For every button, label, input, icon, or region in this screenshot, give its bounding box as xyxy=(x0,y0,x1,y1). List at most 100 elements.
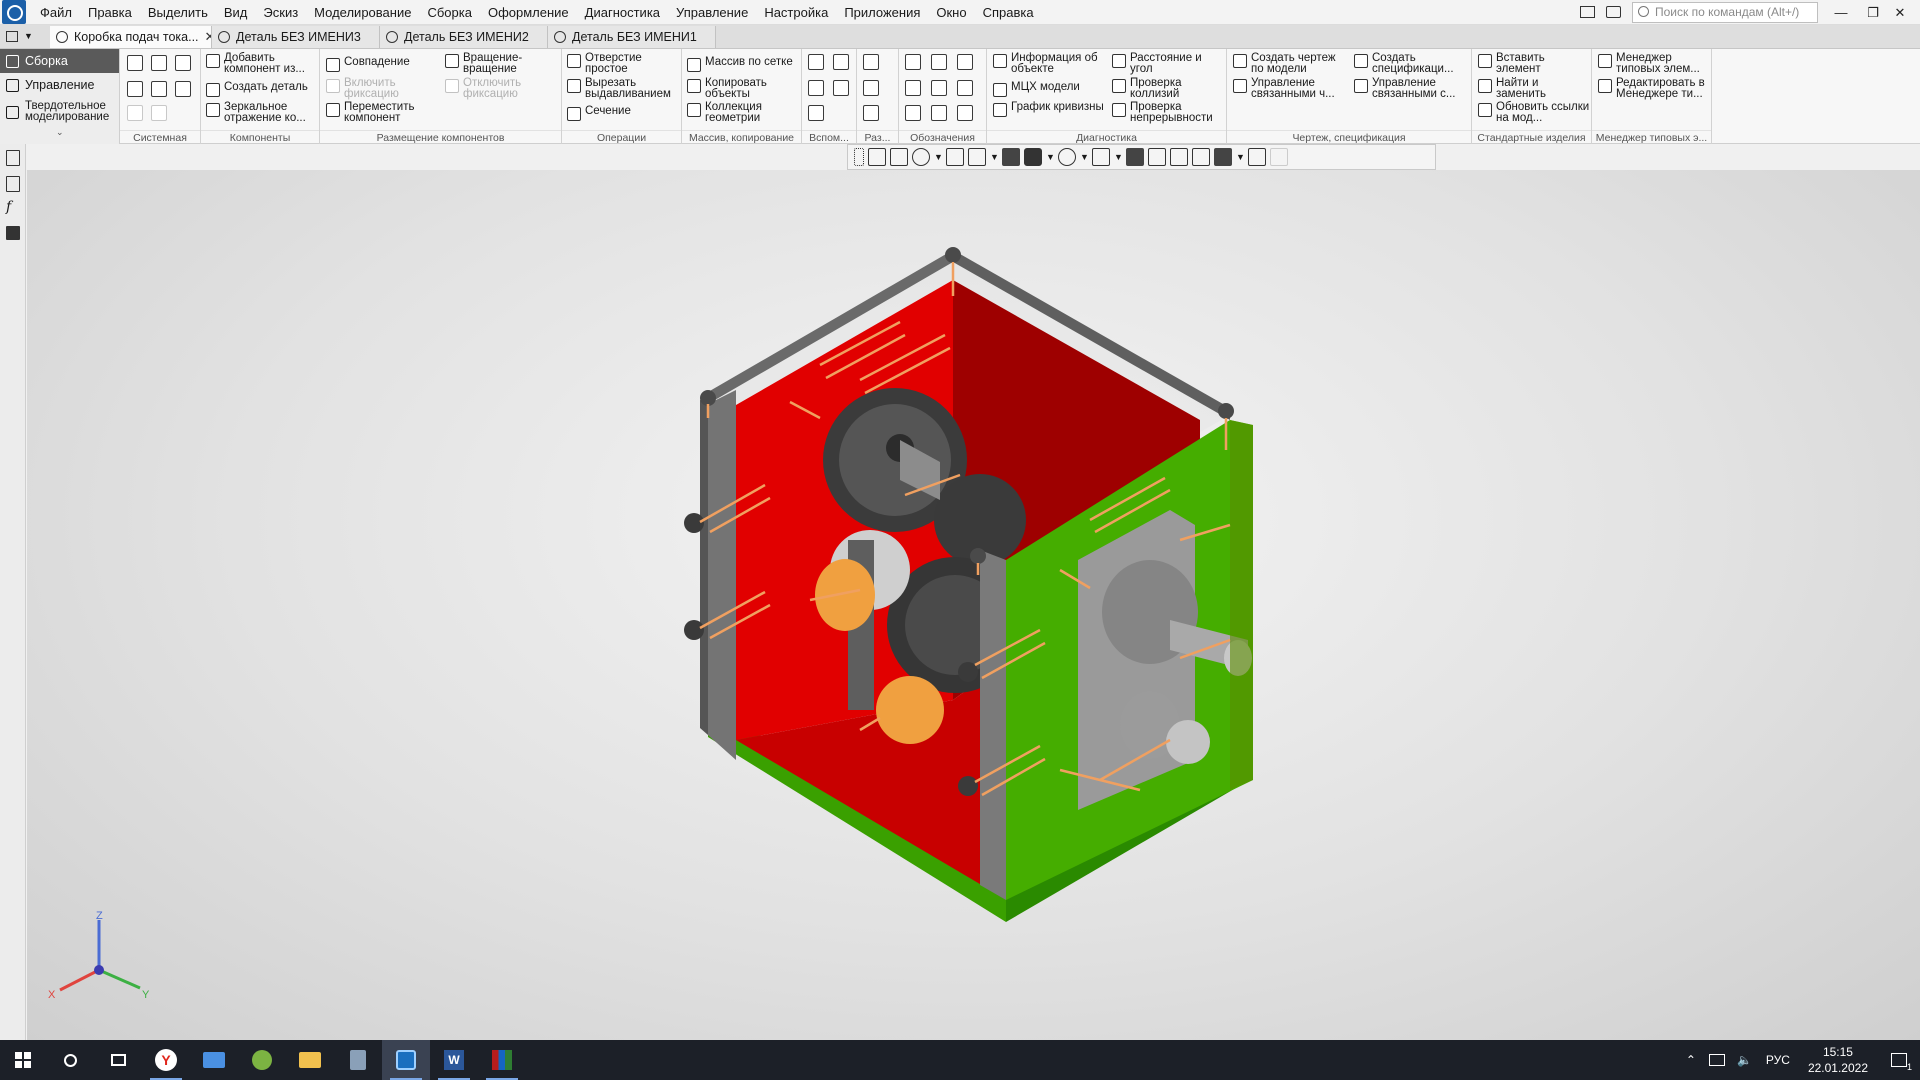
coincidence-button[interactable]: Совпадение xyxy=(326,56,436,72)
notifications-button[interactable]: 1 xyxy=(1878,1040,1920,1080)
app-button[interactable] xyxy=(238,1040,286,1080)
curvature-graph-button[interactable]: График кривизны xyxy=(993,101,1108,117)
cut-extrude-button[interactable]: Вырезать выдавливанием xyxy=(567,77,677,100)
layers-list-icon[interactable] xyxy=(6,226,20,240)
kompas-button[interactable] xyxy=(382,1040,430,1080)
variables-icon[interactable]: f xyxy=(6,199,11,215)
open-folder-icon[interactable] xyxy=(151,55,167,71)
mirror-component-button[interactable]: Зеркальное отражение ко... xyxy=(206,101,318,124)
mark-icon[interactable] xyxy=(931,105,947,121)
expand-modes-icon[interactable]: ⌄ xyxy=(56,127,64,138)
create-specification-button[interactable]: Создать спецификаци... xyxy=(1354,52,1469,75)
menu-diagnostics[interactable]: Диагностика xyxy=(577,0,668,25)
rotation-rotation-button[interactable]: Вращение-вращение xyxy=(445,52,555,75)
section-button[interactable]: Сечение xyxy=(567,105,677,121)
tab-part-1[interactable]: Деталь БЕЗ ИМЕНИ1 xyxy=(548,26,716,48)
display-mode-icon[interactable] xyxy=(1024,148,1042,166)
menu-select[interactable]: Выделить xyxy=(140,0,216,25)
pencil-icon[interactable] xyxy=(1270,148,1288,166)
dropdown-arrow-icon[interactable]: ▼ xyxy=(1046,152,1055,162)
simple-hole-button[interactable]: Отверстие простое xyxy=(567,52,677,75)
gearbox-model[interactable] xyxy=(27,170,1920,1040)
components-view-icon[interactable] xyxy=(1170,148,1188,166)
leader-icon[interactable] xyxy=(931,54,947,70)
dropdown-arrow-icon[interactable]: ▼ xyxy=(934,152,943,162)
zoom-scale-icon[interactable] xyxy=(890,148,908,166)
mode-solid-modeling[interactable]: Твердотельное моделирование xyxy=(0,97,119,127)
menu-help[interactable]: Справка xyxy=(975,0,1042,25)
enable-fixation-button[interactable]: Включить фиксацию xyxy=(326,77,421,100)
menu-file[interactable]: Файл xyxy=(32,0,80,25)
zoom-window-icon[interactable] xyxy=(868,148,886,166)
camera-icon[interactable] xyxy=(1092,148,1110,166)
shaded-cube-icon[interactable] xyxy=(1002,148,1020,166)
menu-manage[interactable]: Управление xyxy=(668,0,756,25)
explode-view-icon[interactable] xyxy=(1192,148,1210,166)
menu-modeling[interactable]: Моделирование xyxy=(306,0,419,25)
dropdown-arrow-icon[interactable]: ▼ xyxy=(1080,152,1089,162)
menu-window[interactable]: Окно xyxy=(928,0,974,25)
app-button[interactable] xyxy=(190,1040,238,1080)
base-icon[interactable] xyxy=(931,80,947,96)
volume-icon[interactable]: 🔈 xyxy=(1731,1053,1758,1067)
template-manager-button[interactable]: Менеджер типовых элем... xyxy=(1598,52,1710,75)
menu-view[interactable]: Вид xyxy=(216,0,256,25)
aux-curve-icon[interactable] xyxy=(808,105,824,121)
properties-icon[interactable] xyxy=(1248,148,1266,166)
roughness-icon[interactable] xyxy=(957,54,973,70)
explorer-button[interactable] xyxy=(286,1040,334,1080)
weld-icon[interactable] xyxy=(905,105,921,121)
aux-point-icon[interactable] xyxy=(833,80,849,96)
redo-icon[interactable] xyxy=(151,105,167,121)
radius-dimension-icon[interactable] xyxy=(863,105,879,121)
mode-assembly[interactable]: Сборка xyxy=(0,49,119,73)
tabs-dropdown-icon[interactable]: ▼ xyxy=(24,31,33,41)
tab-part-3[interactable]: Деталь БЕЗ ИМЕНИ3 xyxy=(212,26,380,48)
model-tree-icon[interactable] xyxy=(6,150,20,166)
home-icon[interactable] xyxy=(6,30,18,42)
edit-in-manager-button[interactable]: Редактировать в Менеджере ти... xyxy=(1598,77,1710,100)
add-component-button[interactable]: Добавить компонент из... xyxy=(206,52,318,75)
search-button[interactable] xyxy=(46,1040,94,1080)
orientation-icon[interactable] xyxy=(968,148,986,166)
properties-panel-icon[interactable] xyxy=(6,176,20,192)
archive-button[interactable] xyxy=(478,1040,526,1080)
save-icon[interactable] xyxy=(175,55,191,71)
calculator-button[interactable] xyxy=(334,1040,382,1080)
layout-icon[interactable] xyxy=(1580,6,1595,18)
create-drawing-button[interactable]: Создать чертеж по модели xyxy=(1233,52,1348,75)
grid-array-button[interactable]: Массив по сетке xyxy=(687,56,799,72)
app-logo-icon[interactable] xyxy=(2,0,26,24)
manage-linked-specs-button[interactable]: Управление связанными с... xyxy=(1354,77,1469,100)
close-button[interactable]: ✕ xyxy=(1880,0,1920,25)
collision-check-button[interactable]: Проверка коллизий xyxy=(1112,77,1224,100)
dropdown-arrow-icon[interactable]: ▼ xyxy=(1236,152,1245,162)
dropdown-arrow-icon[interactable]: ▼ xyxy=(990,152,999,162)
tray-expand-icon[interactable]: ⌃ xyxy=(1679,1053,1703,1067)
menu-assembly[interactable]: Сборка xyxy=(419,0,480,25)
menu-design[interactable]: Оформление xyxy=(480,0,577,25)
pan-icon[interactable] xyxy=(946,148,964,166)
hide-show-icon[interactable] xyxy=(1058,148,1076,166)
filter-icon[interactable] xyxy=(1214,148,1232,166)
menu-apps[interactable]: Приложения xyxy=(836,0,928,25)
menu-sketch[interactable]: Эскиз xyxy=(255,0,306,25)
new-file-icon[interactable] xyxy=(127,55,143,71)
menu-settings[interactable]: Настройка xyxy=(756,0,836,25)
mass-properties-button[interactable]: МЦХ модели xyxy=(993,81,1108,97)
create-part-button[interactable]: Создать деталь xyxy=(206,81,318,97)
language-indicator[interactable]: РУС xyxy=(1758,1053,1798,1067)
manage-linked-drawings-button[interactable]: Управление связанными ч... xyxy=(1233,77,1348,100)
disable-fixation-button[interactable]: Отключить фиксацию xyxy=(445,77,540,100)
continuity-check-button[interactable]: Проверка непрерывности xyxy=(1112,101,1224,124)
aux-plane-icon[interactable] xyxy=(808,54,824,70)
word-button[interactable]: W xyxy=(430,1040,478,1080)
preview-icon[interactable] xyxy=(151,81,167,97)
section-view-icon[interactable] xyxy=(1126,148,1144,166)
start-button[interactable] xyxy=(0,1040,46,1080)
magnifier-icon[interactable] xyxy=(912,148,930,166)
move-component-button[interactable]: Переместить компонент xyxy=(326,101,421,124)
find-replace-button[interactable]: Найти и заменить xyxy=(1478,77,1590,100)
distance-angle-button[interactable]: Расстояние и угол xyxy=(1112,52,1224,75)
layers-icon[interactable] xyxy=(1148,148,1166,166)
